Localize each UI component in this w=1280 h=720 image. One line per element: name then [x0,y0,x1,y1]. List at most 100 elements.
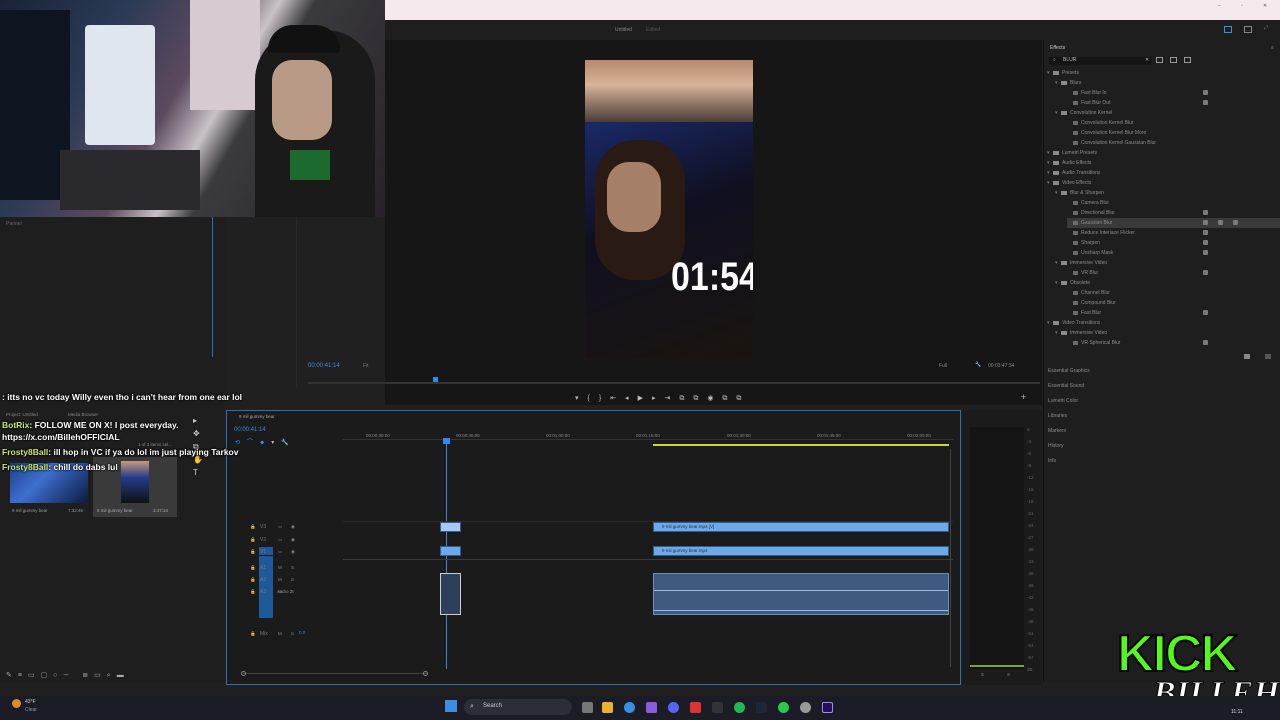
effect-row-26[interactable]: ▾ Immersive Video [1055,328,1277,338]
effect-row-9[interactable]: ▾ Audio Effects [1047,158,1277,168]
track-a2[interactable]: A2 [260,577,266,583]
effect-row-20[interactable]: VR Blur [1067,268,1280,278]
accelerated-effects-icon[interactable] [1156,57,1163,63]
lock-icon[interactable]: 🔒 [250,524,256,530]
project-tab[interactable]: Project: Untitled [6,412,38,418]
monitor-playhead[interactable] [433,377,438,382]
monitor-scrubber[interactable] [308,382,1040,384]
settings-icon[interactable] [800,702,811,713]
lock-icon[interactable]: 🔒 [250,589,256,595]
effect-row-0[interactable]: ▾ Presets [1047,68,1277,78]
v2-clip[interactable]: 9 mil gummy bear.mp4 [V] [653,522,949,532]
side-panel-essential-sound[interactable]: Essential Sound [1048,383,1084,389]
effect-row-12[interactable]: ▾ Blur & Sharpen [1055,188,1277,198]
add-button[interactable]: + [1021,393,1026,402]
start-icon[interactable] [445,700,457,712]
side-panel-history[interactable]: History [1048,443,1064,449]
discord-icon[interactable] [668,702,679,713]
taskbar-search[interactable]: ⌕ Search [464,699,572,715]
solo-icon[interactable]: S [291,631,294,637]
weather-temp[interactable]: 43°F [25,699,36,706]
minimize-button[interactable]: – [1218,3,1221,10]
eye-icon[interactable]: ◉ [291,537,295,543]
zoom-handle-left[interactable] [241,671,246,676]
effect-row-10[interactable]: ▾ Audio Transitions [1047,168,1277,178]
effect-row-3[interactable]: Fast Blur Out [1067,98,1280,108]
workspace-icon[interactable] [1224,26,1232,33]
steam-icon[interactable] [756,702,767,713]
toggle-icon[interactable]: M [278,577,282,583]
effect-row-27[interactable]: VR Spherical Blur [1067,338,1280,348]
track-a3[interactable]: A3 [260,589,266,595]
premiere-pro-icon[interactable] [822,702,833,713]
toggle-icon[interactable]: M [278,565,282,571]
solo-icon[interactable]: S [291,577,294,583]
project-footer-tools[interactable]: ✎≡▭▢○─ ≣▭⌕▬ [6,671,130,680]
effect-row-13[interactable]: Camera Blur [1067,198,1280,208]
audio-clip[interactable] [653,573,949,615]
yuv-effects-icon[interactable] [1184,57,1191,63]
fit-dropdown[interactable]: Fit [363,363,369,370]
effect-row-15[interactable]: Gaussian Blur [1067,218,1280,228]
effect-row-21[interactable]: ▾ Obsolete [1055,278,1277,288]
task-view-icon[interactable] [582,702,593,713]
effect-row-11[interactable]: ▾ Video Effects [1047,178,1277,188]
timeline-zoom-bar[interactable] [243,673,427,674]
share-icon[interactable] [1244,26,1252,33]
playhead-handle[interactable] [443,438,450,444]
wrench-icon[interactable]: 🔧 [975,362,981,369]
toggle-icon[interactable]: ▭ [278,524,282,530]
effect-row-18[interactable]: Unsharp Mask [1067,248,1280,258]
effects-search-input[interactable]: ⌕ BLUR ✕ [1049,57,1152,65]
toggle-icon[interactable]: M [278,589,282,595]
timeline-timecode[interactable]: 00:00:41:14 [234,427,266,433]
effect-row-7[interactable]: Convolution Kernel Gaussian Blur [1067,138,1280,148]
resolution-dropdown[interactable]: Full [939,363,947,370]
fullscreen-icon[interactable]: ⤢ [1264,25,1268,32]
panel-menu-icon[interactable]: ≡ [1271,45,1274,52]
sequence-tab[interactable]: 9 mil gummy bear [239,414,275,420]
lock-icon[interactable]: 🔒 [250,549,256,555]
side-panel-essential-graphics[interactable]: Essential Graphics [1048,368,1090,374]
weather-icon[interactable] [12,699,21,708]
effect-row-22[interactable]: Channel Blur [1067,288,1280,298]
transport-controls[interactable]: ▾{}⇤◂▶▸⇥⧉⧉◉⧉⧉ [575,394,750,403]
effect-row-19[interactable]: ▾ Immersive Video [1055,258,1277,268]
effect-row-24[interactable]: Fast Blur [1067,308,1280,318]
effect-row-23[interactable]: Compound Blur [1067,298,1280,308]
32bit-effects-icon[interactable] [1170,57,1177,63]
effect-row-5[interactable]: Convolution Kernel Blur [1067,118,1280,128]
track-v2[interactable]: V2 [260,537,266,543]
effect-row-17[interactable]: Sharpen [1067,238,1280,248]
xbox-icon[interactable] [778,702,789,713]
side-panel-libraries[interactable]: Libraries [1048,413,1067,419]
vertical-scrollbar[interactable] [950,449,951,667]
obs-icon[interactable] [690,702,701,713]
clear-search-icon[interactable]: ✕ [1145,57,1149,64]
audio-clip-short[interactable] [440,573,461,615]
solo-button[interactable]: S [981,672,984,678]
toggle-icon[interactable]: ▭ [278,549,282,555]
effect-row-16[interactable]: Reduce Interlace Flicker [1067,228,1280,238]
v1-clip[interactable]: 9 mil gummy bear.mp4 [653,546,949,556]
app-icon[interactable] [646,702,657,713]
close-button[interactable]: ✕ [1263,3,1267,10]
lock-icon[interactable]: 🔒 [250,631,256,637]
effect-row-2[interactable]: Fast Blur In [1067,88,1280,98]
effect-row-1[interactable]: ▾ Blurs [1055,78,1277,88]
mix-value[interactable]: 0.0 [299,630,305,636]
effect-row-6[interactable]: Convolution Kernel Blur More [1067,128,1280,138]
eye-icon[interactable]: ◉ [291,524,295,530]
spotify-icon[interactable] [734,702,745,713]
v2-clip-short[interactable] [440,522,461,532]
track-a1[interactable]: A1 [260,565,266,571]
side-panel-info[interactable]: Info [1048,458,1056,464]
eye-icon[interactable]: ◉ [291,549,295,555]
media-browser-tab[interactable]: Media Browser [68,412,98,418]
track-v3[interactable]: V3 [260,524,266,530]
new-bin-icon[interactable] [1244,354,1250,359]
solo-icon[interactable]: S [291,565,294,571]
delete-icon[interactable] [1265,354,1271,359]
toggle-icon[interactable]: ▭ [278,537,282,543]
track-v1[interactable]: V1 [260,549,266,555]
